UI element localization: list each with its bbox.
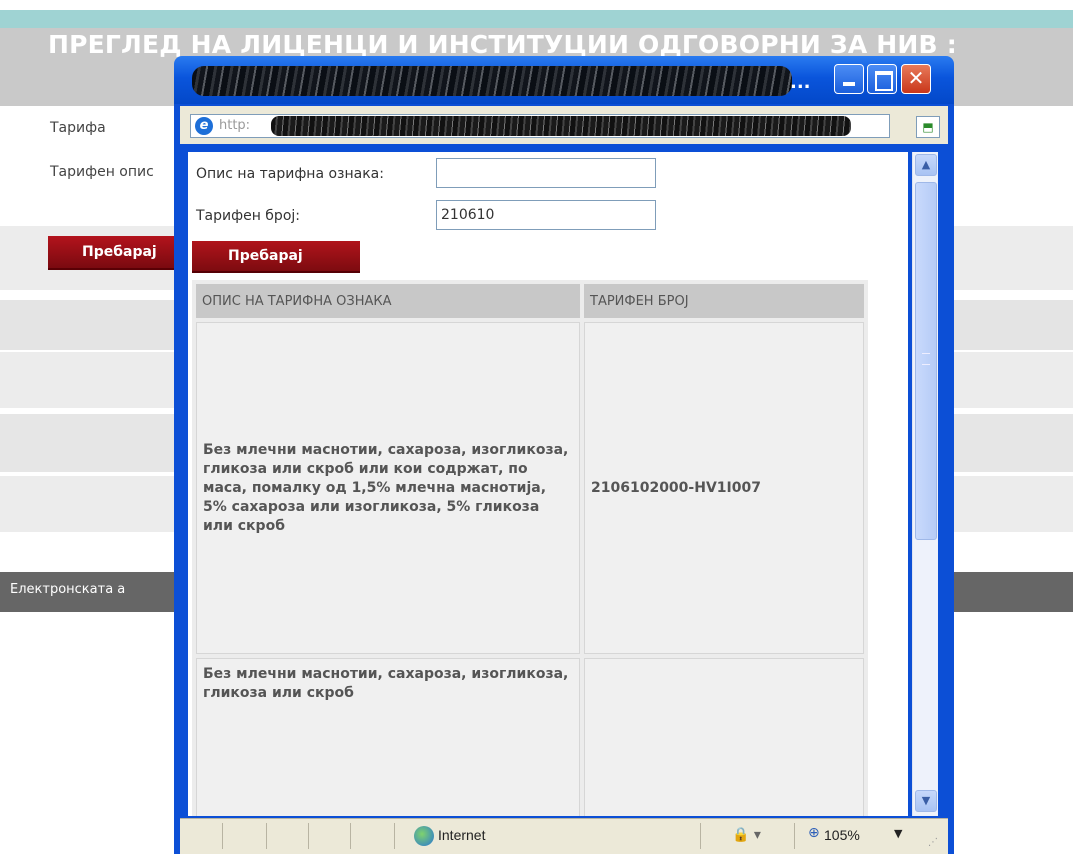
status-divider <box>222 823 223 849</box>
table-row[interactable]: Без млечни маснотии, сахароза, изогликоз… <box>196 322 864 654</box>
grip-icon <box>922 353 930 365</box>
cell-code: 2106102000-HV1I007 <box>584 322 864 654</box>
background-label-tariff: Тарифа <box>50 120 106 136</box>
popup-content: Опис на тарифна ознака: Тарифен број: Пр… <box>188 152 908 816</box>
zoom-dropdown-icon[interactable]: ▼ <box>894 827 902 840</box>
resize-grip-icon[interactable]: ⋰ <box>928 837 938 848</box>
results-table: ОПИС НА ТАРИФНА ОЗНАКА ТАРИФЕН БРОЈ Без … <box>192 280 868 816</box>
maximize-button[interactable] <box>867 64 897 94</box>
status-divider <box>266 823 267 849</box>
table-header-row: ОПИС НА ТАРИФНА ОЗНАКА ТАРИФЕН БРОЈ <box>196 284 864 318</box>
cell-desc: Без млечни маснотии, сахароза, изогликоз… <box>196 658 580 816</box>
scroll-down-icon[interactable]: ▼ <box>915 790 937 812</box>
background-top-strip <box>0 0 1073 10</box>
cell-code <box>584 658 864 816</box>
desc-field-label: Опис на тарифна ознака: <box>196 166 384 182</box>
maximize-icon <box>875 71 893 91</box>
table-row[interactable]: Без млечни маснотии, сахароза, изогликоз… <box>196 658 864 816</box>
status-divider <box>308 823 309 849</box>
status-divider <box>794 823 795 849</box>
status-divider <box>700 823 701 849</box>
status-divider <box>350 823 351 849</box>
number-field[interactable] <box>436 200 656 230</box>
popup-window: ... ✕ e http: ⬒ Опис на тарифна ознака: … <box>174 56 954 854</box>
close-icon: ✕ <box>907 66 925 90</box>
ie-page-icon: e <box>195 117 213 135</box>
background-label-tariff-desc: Тарифен опис <box>50 164 154 180</box>
minimize-button[interactable] <box>834 64 864 94</box>
search-button[interactable]: Пребарај <box>192 241 360 273</box>
minimize-icon <box>843 82 855 86</box>
address-field[interactable]: e http: <box>190 114 890 138</box>
column-header-desc: ОПИС НА ТАРИФНА ОЗНАКА <box>196 284 580 318</box>
scroll-up-icon[interactable]: ▲ <box>915 154 937 176</box>
address-bar: e http: ⬒ <box>180 106 948 144</box>
page-status-icon[interactable]: ⬒ <box>916 116 940 138</box>
background-footer-text: Електронската а <box>10 582 126 597</box>
security-zone: Internet <box>438 827 486 843</box>
protected-mode-icon[interactable]: 🔒 ▾ <box>732 827 761 843</box>
close-button[interactable]: ✕ <box>901 64 931 94</box>
cell-desc: Без млечни маснотии, сахароза, изогликоз… <box>196 322 580 654</box>
status-divider <box>394 823 395 849</box>
number-field-label: Тарифен број: <box>196 208 300 224</box>
redacted-url <box>271 116 851 136</box>
popup-titlebar[interactable]: ... ✕ <box>174 56 954 104</box>
title-ellipsis: ... <box>790 72 811 93</box>
background-accent-strip <box>0 10 1073 28</box>
column-header-code: ТАРИФЕН БРОЈ <box>584 284 864 318</box>
background-page-title: ПРЕГЛЕД НА ЛИЦЕНЦИ И ИНСТИТУЦИИ ОДГОВОРН… <box>48 30 957 59</box>
scroll-thumb[interactable] <box>915 182 937 540</box>
desc-field[interactable] <box>436 158 656 188</box>
address-text: http: <box>219 118 251 133</box>
zoom-icon[interactable]: ⊕ <box>808 825 820 841</box>
zoom-level[interactable]: 105% <box>824 827 860 843</box>
status-bar: Internet 🔒 ▾ ⊕ 105% ▼ ⋰ <box>180 818 948 854</box>
redacted-title <box>192 66 792 96</box>
vertical-scrollbar[interactable]: ▲ ▼ <box>912 152 938 816</box>
globe-icon <box>414 826 434 846</box>
